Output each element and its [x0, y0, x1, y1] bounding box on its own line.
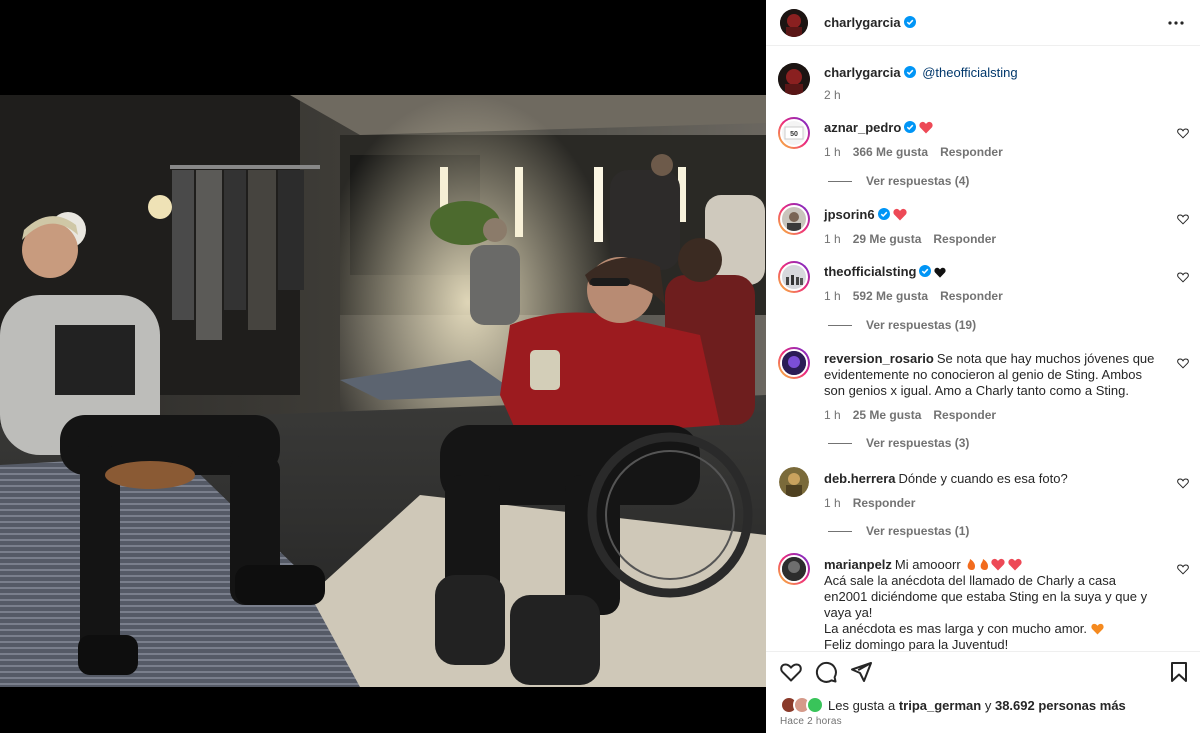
- view-replies-label: Ver respuestas (3): [866, 436, 970, 450]
- comment-avatar[interactable]: [778, 203, 810, 235]
- comment-time[interactable]: 1 h: [824, 408, 841, 422]
- comment-line: Acá sale la anécdota del llamado de Char…: [824, 573, 1148, 620]
- post-actions: Les gusta a tripa_german y 38.692 person…: [766, 651, 1200, 733]
- comment-username[interactable]: aznar_pedro: [824, 120, 901, 135]
- comment-likes[interactable]: 592 Me gusta: [853, 289, 928, 303]
- caption-avatar[interactable]: [778, 63, 810, 95]
- comment-time[interactable]: 1 h: [824, 289, 841, 303]
- caption-username[interactable]: charlygarcia: [824, 65, 901, 80]
- liker-avatar: [806, 696, 824, 714]
- fire-hearts-emoji-icon: [967, 558, 1022, 571]
- post-photo-image: [0, 95, 766, 687]
- view-replies-button[interactable]: Ver respuestas (4): [828, 174, 969, 188]
- replies-divider: [828, 325, 852, 327]
- author-name-row: charlygarcia: [824, 15, 916, 30]
- comments-panel: charlygarcia charlygarcia @theofficialst…: [766, 0, 1200, 733]
- comment-time[interactable]: 1 h: [824, 232, 841, 246]
- verified-icon: [903, 66, 916, 78]
- comment-line: Feliz domingo para la Juventud!: [824, 637, 1009, 651]
- verified-icon: [904, 121, 917, 133]
- comment-username[interactable]: reversion_rosario: [824, 351, 934, 366]
- comment-likes[interactable]: 366 Me gusta: [853, 145, 928, 159]
- likes-conjunction: y: [984, 698, 992, 713]
- comment-time[interactable]: 1 h: [824, 145, 841, 159]
- reply-button[interactable]: Responder: [853, 496, 916, 510]
- heart-icon[interactable]: [1177, 271, 1189, 283]
- heart-icon[interactable]: [779, 660, 803, 684]
- photo-panel: [0, 0, 766, 733]
- heart-icon[interactable]: [1177, 357, 1189, 369]
- comment-avatar[interactable]: [778, 553, 810, 585]
- more-icon[interactable]: [1166, 13, 1186, 33]
- post-photo[interactable]: [0, 95, 766, 687]
- comments-list: charlygarcia @theofficialsting 2 h 50 az…: [766, 47, 1200, 651]
- heart-icon[interactable]: [1177, 213, 1189, 225]
- verified-icon: [877, 208, 890, 220]
- reply-button[interactable]: Responder: [940, 145, 1003, 159]
- likes-prefix: Les gusta a: [828, 698, 896, 713]
- caption-mention[interactable]: @theofficialsting: [922, 65, 1017, 80]
- likes-text[interactable]: Les gusta a tripa_german y 38.692 person…: [828, 698, 1126, 713]
- likes-user[interactable]: tripa_german: [899, 698, 981, 713]
- view-replies-label: Ver respuestas (19): [866, 318, 977, 332]
- comment-text: Mi amooorr: [894, 557, 961, 572]
- comment-likes[interactable]: 29 Me gusta: [853, 232, 922, 246]
- comment-username[interactable]: deb.herrera: [824, 471, 896, 486]
- author-username[interactable]: charlygarcia: [824, 15, 901, 30]
- post-header: charlygarcia: [766, 0, 1200, 46]
- view-replies-button[interactable]: Ver respuestas (1): [828, 524, 969, 538]
- comment-avatar[interactable]: 50: [778, 117, 810, 149]
- comment-line-text: La anécdota es mas larga y con mucho amo…: [824, 621, 1088, 636]
- post-timestamp[interactable]: Hace 2 horas: [780, 716, 842, 727]
- reply-button[interactable]: Responder: [933, 408, 996, 422]
- verified-icon: [919, 265, 932, 277]
- view-replies-label: Ver respuestas (4): [866, 174, 970, 188]
- red-heart-emoji-icon: [919, 121, 933, 134]
- view-replies-button[interactable]: Ver respuestas (19): [828, 318, 976, 332]
- comment-username[interactable]: jpsorin6: [824, 207, 875, 222]
- comment-avatar[interactable]: [779, 467, 809, 497]
- reply-button[interactable]: Responder: [940, 289, 1003, 303]
- black-heart-emoji-icon: [934, 267, 947, 278]
- comment-text: Dónde y cuando es esa foto?: [898, 471, 1068, 486]
- heart-icon[interactable]: [1177, 563, 1189, 575]
- verified-icon: [903, 16, 916, 28]
- heart-icon[interactable]: [1177, 127, 1189, 139]
- author-avatar[interactable]: [780, 9, 808, 37]
- bookmark-icon[interactable]: [1167, 660, 1191, 684]
- caption-time: 2 h: [824, 88, 841, 102]
- replies-divider: [828, 531, 852, 533]
- comment-avatar[interactable]: [778, 347, 810, 379]
- heart-icon[interactable]: [1177, 477, 1189, 489]
- comment-time[interactable]: 1 h: [824, 496, 841, 510]
- orange-heart-emoji-icon: [1091, 623, 1104, 635]
- share-icon[interactable]: [849, 660, 873, 684]
- avatar-badge-text: 50: [790, 131, 798, 138]
- reply-button[interactable]: Responder: [933, 232, 996, 246]
- comment-icon[interactable]: [814, 660, 838, 684]
- red-heart-emoji-icon: [892, 208, 907, 221]
- replies-divider: [828, 443, 852, 445]
- comment-username[interactable]: marianpelz: [824, 557, 892, 572]
- view-replies-button[interactable]: Ver respuestas (3): [828, 436, 969, 450]
- replies-divider: [828, 181, 852, 183]
- comment-likes[interactable]: 25 Me gusta: [853, 408, 922, 422]
- comment-line: La anécdota es mas larga y con mucho amo…: [824, 621, 1162, 637]
- view-replies-label: Ver respuestas (1): [866, 524, 970, 538]
- likes-count[interactable]: 38.692 personas más: [995, 698, 1126, 713]
- comment-username[interactable]: theofficialsting: [824, 264, 916, 279]
- comment-avatar[interactable]: [778, 261, 810, 293]
